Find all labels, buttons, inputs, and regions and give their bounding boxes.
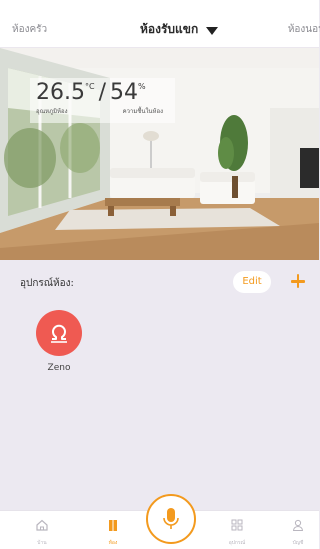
user-icon — [292, 519, 304, 531]
devices-grid-icon — [231, 519, 243, 531]
nav-room-label: ห้อง — [108, 540, 118, 546]
tab-room-bedroom[interactable]: ห้องนอน — [288, 22, 320, 37]
device-tile[interactable]: Zeno — [34, 310, 84, 373]
room-selector[interactable]: ห้องรับแขก — [140, 20, 219, 39]
devices-title: อุปกรณ์ห้อง: — [20, 278, 74, 289]
temperature-unit: °C — [84, 82, 95, 91]
home-icon — [36, 519, 48, 531]
omega-device-icon — [36, 310, 82, 356]
nav-home-label: บ้าน — [37, 540, 47, 546]
climate-readout: 26.5 °C / 54 % อุณหภูมิห้อง ความชื้นในห้… — [30, 78, 175, 123]
nav-home[interactable]: บ้าน — [20, 517, 64, 547]
caret-down-icon — [206, 26, 219, 35]
nav-account-label: บัญชี — [292, 540, 304, 546]
current-room-label: ห้องรับแขก — [140, 22, 199, 36]
humidity-label: ความชื้นในห้อง — [122, 108, 163, 115]
temperature-value: 26.5 — [36, 80, 85, 105]
microphone-icon — [163, 508, 179, 529]
humidity-value: 54 — [110, 80, 138, 105]
nav-room[interactable]: ห้อง — [91, 517, 135, 547]
nav-devices[interactable]: อุปกรณ์ — [215, 517, 259, 547]
nav-devices-label: อุปกรณ์ — [228, 540, 246, 546]
add-device-button[interactable] — [286, 269, 310, 293]
edit-button[interactable]: Edit — [233, 271, 271, 293]
room-tab-bar: ห้องครัว ห้องรับแขก ห้องนอน — [0, 0, 320, 48]
humidity-unit: % — [138, 82, 146, 91]
temperature-label: อุณหภูมิห้อง — [36, 108, 68, 115]
device-name: Zeno — [47, 363, 71, 373]
tab-room-kitchen[interactable]: ห้องครัว — [12, 22, 47, 37]
nav-account[interactable]: บัญชี — [276, 517, 320, 547]
devices-header: อุปกรณ์ห้อง: Edit — [0, 262, 319, 302]
room-icon — [109, 520, 117, 531]
microphone-button[interactable] — [146, 494, 196, 544]
